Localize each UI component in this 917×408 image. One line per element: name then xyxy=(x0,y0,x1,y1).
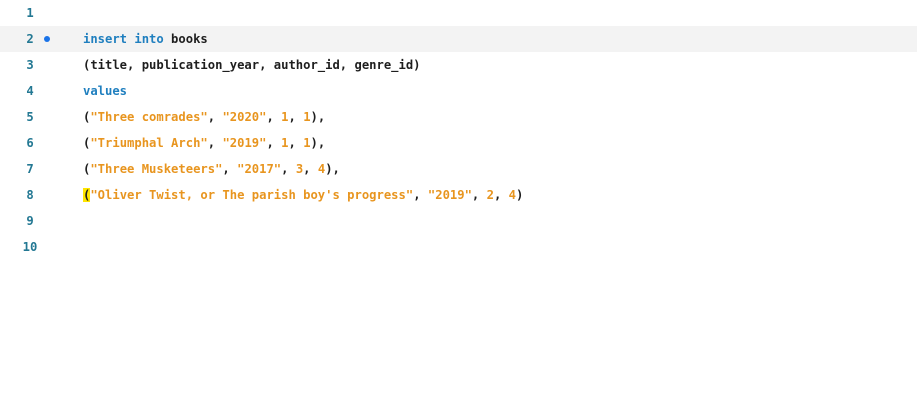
line-number-label: 5 xyxy=(26,110,34,124)
code-line[interactable]: 5 ("Three comrades", "2020", 1, 1), xyxy=(0,104,917,130)
code-token: ), xyxy=(325,162,340,176)
line-number-label: 8 xyxy=(26,188,34,202)
code-line[interactable]: 2 insert into books xyxy=(0,26,917,52)
line-number: 1 xyxy=(0,0,40,26)
code-token: , xyxy=(471,188,487,202)
code-text[interactable]: ("Three comrades", "2020", 1, 1), xyxy=(83,104,325,130)
code-token: , xyxy=(303,162,318,176)
line-number: 4 xyxy=(0,78,40,104)
code-token: , xyxy=(266,110,282,124)
string-literal: "Triumphal Arch" xyxy=(90,136,208,150)
line-number: 5 xyxy=(0,104,40,130)
code-line[interactable]: 9 xyxy=(0,208,917,234)
line-number-label: 7 xyxy=(26,162,34,176)
code-token: , xyxy=(222,162,238,176)
code-line[interactable]: 8 ("Oliver Twist, or The parish boy's pro… xyxy=(0,182,917,208)
sql-keyword: values xyxy=(83,84,128,98)
code-line[interactable]: 10 xyxy=(0,234,917,260)
line-number-label: 6 xyxy=(26,136,34,150)
line-number: 10 xyxy=(0,234,40,260)
code-line[interactable]: 3 (title, publication_year, author_id, ge… xyxy=(0,52,917,78)
line-number: 2 xyxy=(0,26,40,52)
code-token: ) xyxy=(515,188,524,202)
code-line[interactable]: 7 ("Three Musketeers", "2017", 3, 4), xyxy=(0,156,917,182)
number-literal: 1 xyxy=(281,110,289,124)
string-literal: "2017" xyxy=(237,162,282,176)
code-token: , xyxy=(266,136,282,150)
line-number-label: 9 xyxy=(26,214,34,228)
line-number-label: 1 xyxy=(26,6,34,20)
line-number-label: 2 xyxy=(26,32,34,46)
code-token: , xyxy=(288,110,304,124)
string-literal: "Oliver Twist, or The parish boy's progr… xyxy=(90,188,414,202)
code-token: , xyxy=(281,162,296,176)
string-literal: "2020" xyxy=(222,110,267,124)
code-text[interactable]: ("Triumphal Arch", "2019", 1, 1), xyxy=(83,130,325,156)
code-token: , xyxy=(493,188,509,202)
code-token: , xyxy=(288,136,304,150)
line-number: 9 xyxy=(0,208,40,234)
code-line[interactable]: 6 ("Triumphal Arch", "2019", 1, 1), xyxy=(0,130,917,156)
code-text[interactable]: ("Three Musketeers", "2017", 3, 4), xyxy=(83,156,340,182)
code-token: books xyxy=(163,32,208,46)
line-number: 7 xyxy=(0,156,40,182)
string-literal: "Three Musketeers" xyxy=(90,162,223,176)
line-number: 8 xyxy=(0,182,40,208)
code-text[interactable]: insert into books xyxy=(83,26,208,52)
code-text[interactable]: ("Oliver Twist, or The parish boy's prog… xyxy=(83,182,523,208)
string-literal: "Three comrades" xyxy=(90,110,208,124)
number-literal: 1 xyxy=(303,136,311,150)
line-number-label: 3 xyxy=(26,58,34,72)
modified-line-dot-icon xyxy=(44,36,50,42)
code-token: ), xyxy=(310,136,326,150)
string-literal: "2019" xyxy=(222,136,267,150)
line-number-label: 10 xyxy=(22,240,38,254)
string-literal: "2019" xyxy=(427,188,472,202)
code-line[interactable]: 1 xyxy=(0,0,917,26)
code-token: , xyxy=(413,188,428,202)
line-number-label: 4 xyxy=(26,84,34,98)
line-number: 6 xyxy=(0,130,40,156)
code-token: ), xyxy=(310,110,326,124)
code-token: , xyxy=(207,136,223,150)
code-token: (title, publication_year, author_id, gen… xyxy=(83,58,421,72)
sql-keyword: insert into xyxy=(83,32,164,46)
number-literal: 1 xyxy=(281,136,289,150)
sql-code-editor[interactable]: 1 2 insert into books 3 (title, publication_… xyxy=(0,0,917,408)
number-literal: 1 xyxy=(303,110,311,124)
number-literal: 2 xyxy=(486,188,494,202)
code-text[interactable]: values xyxy=(83,78,127,104)
code-line[interactable]: 4 values xyxy=(0,78,917,104)
line-number: 3 xyxy=(0,52,40,78)
code-text[interactable]: (title, publication_year, author_id, gen… xyxy=(83,52,421,78)
code-token: , xyxy=(207,110,223,124)
number-literal: 4 xyxy=(508,188,516,202)
